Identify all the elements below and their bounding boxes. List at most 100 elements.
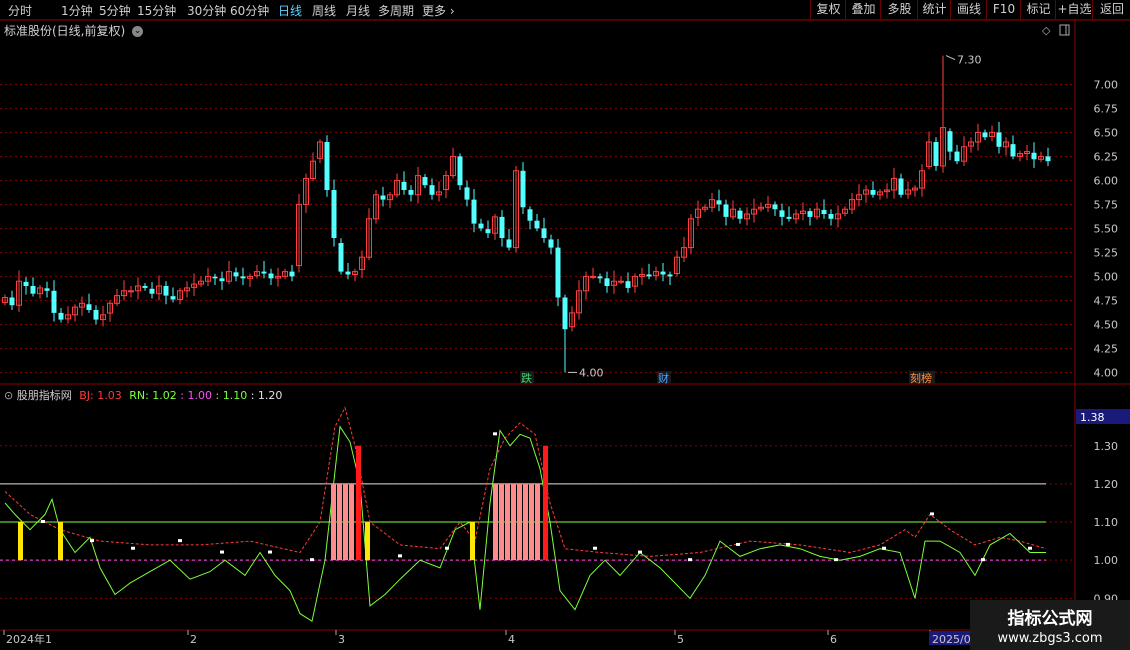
period-7[interactable]: 周线 — [312, 2, 336, 19]
toolbar-button-5[interactable]: F10 — [986, 0, 1021, 19]
red-signal-bar — [543, 445, 548, 561]
candle-body — [513, 170, 519, 249]
candle-body — [464, 187, 470, 200]
candle-body — [240, 276, 246, 279]
candle-body — [975, 131, 981, 143]
candle-body — [940, 127, 946, 167]
candle-body — [835, 213, 841, 220]
toolbar-button-6[interactable]: 标记 — [1020, 0, 1056, 19]
candle-body — [996, 132, 1002, 147]
candle-body — [576, 290, 582, 314]
toolbar-button-4[interactable]: 画线 — [950, 0, 987, 19]
current-value-box — [1076, 409, 1130, 424]
pink-zone-bar — [529, 483, 534, 561]
event-tag: 跌 — [521, 371, 532, 385]
period-3[interactable]: 15分钟 — [137, 2, 176, 19]
candle-body — [912, 187, 918, 191]
candle-body — [282, 271, 288, 277]
candle-body — [968, 141, 974, 147]
chart-canvas[interactable]: 7.30 4.00 跌 财 刻榜 4.00 4.25 4.50 4.75 5.00 5.25 5.5… — [0, 0, 1130, 650]
price-tick-label: 6.50 — [1094, 126, 1119, 139]
candle-body — [1024, 151, 1030, 155]
candle-body — [44, 288, 50, 291]
stock-title[interactable]: 标准股份(日线,前复权) — [4, 24, 125, 38]
time-axis-label: 5 — [677, 633, 684, 646]
candle-body — [555, 247, 561, 298]
candle-body — [590, 275, 596, 278]
candle-body — [828, 214, 834, 219]
candle-body — [366, 218, 372, 258]
candle-body — [485, 229, 491, 234]
period-2[interactable]: 5分钟 — [99, 2, 131, 19]
high-marker-line — [945, 55, 956, 61]
candle-body — [422, 177, 428, 186]
toolbar-button-8[interactable]: 返回 — [1092, 0, 1130, 19]
signal-dot — [882, 546, 886, 550]
period-4[interactable]: 30分钟 — [187, 2, 226, 19]
red-signal-bar — [356, 445, 361, 561]
period-8[interactable]: 月线 — [346, 2, 370, 19]
watermark-title: 指标公式网 — [1007, 609, 1093, 629]
candle-body — [114, 295, 120, 304]
candle-body — [331, 190, 337, 238]
period-9[interactable]: 多周期 — [378, 2, 414, 19]
diamond-icon: ◇ — [1042, 24, 1051, 37]
candle-body — [408, 190, 414, 195]
time-axis-label: 2 — [190, 633, 197, 646]
price-tick-label: 6.75 — [1094, 102, 1119, 115]
candle-body — [779, 210, 785, 217]
candle-body — [891, 177, 897, 191]
toolbar-button-1[interactable]: 叠加 — [845, 0, 881, 19]
toolbar-button-2[interactable]: 多股 — [880, 0, 918, 19]
pink-zone-bar — [511, 483, 516, 561]
candle-body — [156, 285, 162, 295]
candle-body — [457, 156, 463, 186]
indicator-menu-icon[interactable]: ⊙ — [4, 389, 13, 402]
signal-dot — [445, 546, 449, 550]
candle-body — [65, 314, 71, 320]
candle-body — [646, 274, 652, 277]
period-0[interactable]: 分时 — [8, 2, 32, 19]
period-5[interactable]: 60分钟 — [230, 2, 269, 19]
candle-body — [1003, 141, 1009, 148]
toolbar-button-0[interactable]: 复权 — [810, 0, 846, 19]
candle-body — [842, 208, 848, 214]
candle-body — [499, 216, 505, 238]
signal-dot — [638, 550, 642, 554]
candle-body — [387, 194, 393, 201]
indicator-name[interactable]: 股朋指标网 — [17, 389, 72, 402]
price-tick-label: 4.75 — [1094, 294, 1119, 307]
event-tag-bg — [909, 371, 935, 384]
candle-body — [884, 189, 890, 193]
candle-body — [492, 216, 498, 234]
chevron-down-icon[interactable]: ⌄ — [132, 26, 144, 37]
candle-body — [296, 203, 302, 267]
candle-body — [471, 199, 477, 224]
indicator-header: ⊙ 股朋指标网 BJ: 1.03 RN: 1.02 : 1.00 : 1.10 … — [4, 389, 283, 402]
main-chart-header[interactable]: 标准股份(日线,前复权) ⌄ — [4, 22, 144, 39]
toolbar-button-3[interactable]: 统计 — [917, 0, 951, 19]
period-10[interactable]: 更多 › — [422, 2, 455, 19]
candle-body — [604, 278, 610, 286]
candle-body — [821, 209, 827, 214]
price-tick-label: 4.25 — [1094, 342, 1119, 355]
period-6[interactable]: 日线 — [278, 2, 302, 19]
bj-value: 1.03 — [97, 389, 122, 402]
candle-body — [905, 189, 911, 195]
price-tick-label: 4.00 — [1094, 366, 1119, 379]
candle-body — [1038, 155, 1044, 160]
watermark-url: www.zbgs3.com — [997, 631, 1103, 646]
signal-dot — [593, 546, 597, 550]
candle-body — [359, 256, 365, 270]
indicator-tick-label: 1.00 — [1094, 554, 1119, 567]
candle-body — [814, 208, 820, 218]
candle-body — [632, 275, 638, 287]
candle-body — [401, 181, 407, 190]
period-1[interactable]: 1分钟 — [61, 2, 93, 19]
candle-body — [247, 275, 253, 279]
candle-body — [268, 273, 274, 279]
event-tag: 刻榜 — [910, 371, 932, 385]
toolbar-button-7[interactable]: +自选 — [1055, 0, 1093, 19]
time-axis-label: 2024年1 — [6, 632, 52, 646]
rn-line — [4, 425, 1046, 623]
